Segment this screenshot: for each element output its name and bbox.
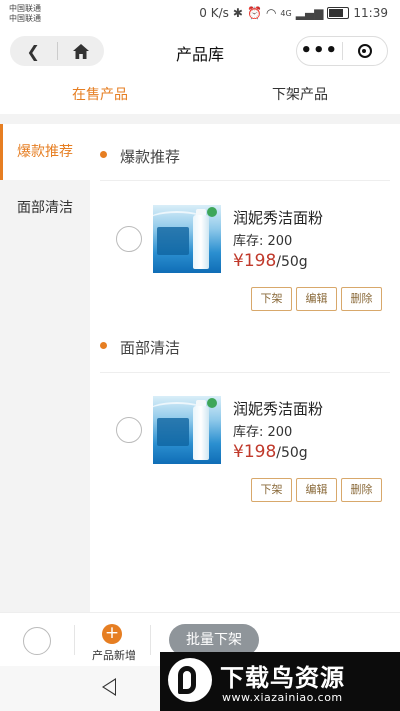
bottom-divider bbox=[74, 625, 75, 655]
wifi-icon: ◠ bbox=[265, 6, 277, 20]
product-stock: 库存: 200 bbox=[233, 234, 293, 249]
signal-icon: ▂▄▆ bbox=[295, 6, 324, 20]
network-type: 4G bbox=[280, 8, 292, 18]
tab-on-sale[interactable]: 在售产品 bbox=[72, 84, 128, 104]
edit-button[interactable]: 编辑 bbox=[296, 287, 337, 311]
home-button[interactable] bbox=[58, 36, 105, 66]
section-dot bbox=[100, 342, 107, 349]
watermark-logo-icon bbox=[168, 658, 212, 702]
more-button[interactable]: ••• bbox=[297, 37, 342, 65]
tab-off-shelf[interactable]: 下架产品 bbox=[272, 84, 328, 104]
battery-icon bbox=[327, 7, 350, 19]
section-title: 爆款推荐 bbox=[120, 148, 181, 166]
watermark-text: 下载鸟资源 bbox=[220, 664, 345, 692]
price-value: ¥198 bbox=[233, 251, 277, 271]
category-sidebar: 爆款推荐 面部清洁 bbox=[0, 124, 90, 612]
add-product-button[interactable]: 产品新增 bbox=[84, 647, 144, 663]
status-indicators: 0 K/s ✱ ⏰ ◠ 4G ▂▄▆ 11:39 bbox=[199, 6, 388, 20]
product-price: ¥198/50g bbox=[233, 251, 308, 271]
price-unit: /50g bbox=[276, 445, 308, 461]
edit-button[interactable]: 编辑 bbox=[296, 478, 337, 502]
sidebar-item-hot[interactable]: 爆款推荐 bbox=[0, 124, 90, 180]
nav-bar: ❮ 产品库 ••• bbox=[0, 28, 400, 76]
delete-button[interactable]: 删除 bbox=[341, 478, 382, 502]
section-gap bbox=[0, 114, 400, 124]
network-speed: 0 K/s bbox=[199, 6, 229, 20]
alarm-icon: ⏰ bbox=[246, 6, 262, 20]
chevron-left-icon: ❮ bbox=[26, 41, 40, 61]
product-price: ¥198/50g bbox=[233, 442, 308, 462]
product-stock: 库存: 200 bbox=[233, 425, 293, 440]
home-icon bbox=[72, 43, 89, 59]
clock: 11:39 bbox=[353, 6, 388, 20]
section-dot bbox=[100, 151, 107, 158]
product-name: 润妮秀洁面粉 bbox=[233, 209, 324, 227]
more-dots-icon: ••• bbox=[300, 40, 338, 61]
divider bbox=[100, 180, 390, 181]
close-button[interactable] bbox=[343, 37, 388, 65]
select-all-radio[interactable] bbox=[23, 627, 51, 655]
delete-button[interactable]: 删除 bbox=[341, 287, 382, 311]
product-image bbox=[153, 396, 221, 464]
carrier-label: 中国联通 bbox=[9, 4, 41, 13]
system-back-icon[interactable] bbox=[102, 678, 116, 696]
carrier-label-2: 中国联通 bbox=[9, 14, 41, 23]
back-button[interactable]: ❮ bbox=[10, 36, 57, 66]
plus-icon[interactable]: + bbox=[102, 624, 122, 644]
tab-bar: 在售产品 下架产品 bbox=[0, 76, 400, 115]
product-select-radio[interactable] bbox=[116, 226, 142, 252]
watermark: 下载鸟资源 www.xiazainiao.com bbox=[160, 652, 400, 711]
status-bar: 中国联通 中国联通 0 K/s ✱ ⏰ ◠ 4G ▂▄▆ 11:39 bbox=[0, 0, 400, 28]
price-unit: /50g bbox=[276, 254, 308, 270]
nav-capsule-right: ••• bbox=[296, 36, 388, 66]
product-name: 润妮秀洁面粉 bbox=[233, 400, 324, 418]
sidebar-item-face-cleansing[interactable]: 面部清洁 bbox=[0, 180, 90, 236]
product-image bbox=[153, 205, 221, 273]
bluetooth-icon: ✱ bbox=[232, 6, 243, 20]
page-title: 产品库 bbox=[175, 45, 224, 64]
price-value: ¥198 bbox=[233, 442, 277, 462]
unlist-button[interactable]: 下架 bbox=[251, 287, 292, 311]
nav-capsule-left: ❮ bbox=[10, 36, 104, 66]
watermark-url: www.xiazainiao.com bbox=[222, 691, 343, 704]
target-icon bbox=[357, 44, 372, 58]
bottom-divider bbox=[150, 625, 151, 655]
product-select-radio[interactable] bbox=[116, 417, 142, 443]
divider bbox=[100, 372, 390, 373]
section-title: 面部清洁 bbox=[120, 339, 181, 357]
unlist-button[interactable]: 下架 bbox=[251, 478, 292, 502]
